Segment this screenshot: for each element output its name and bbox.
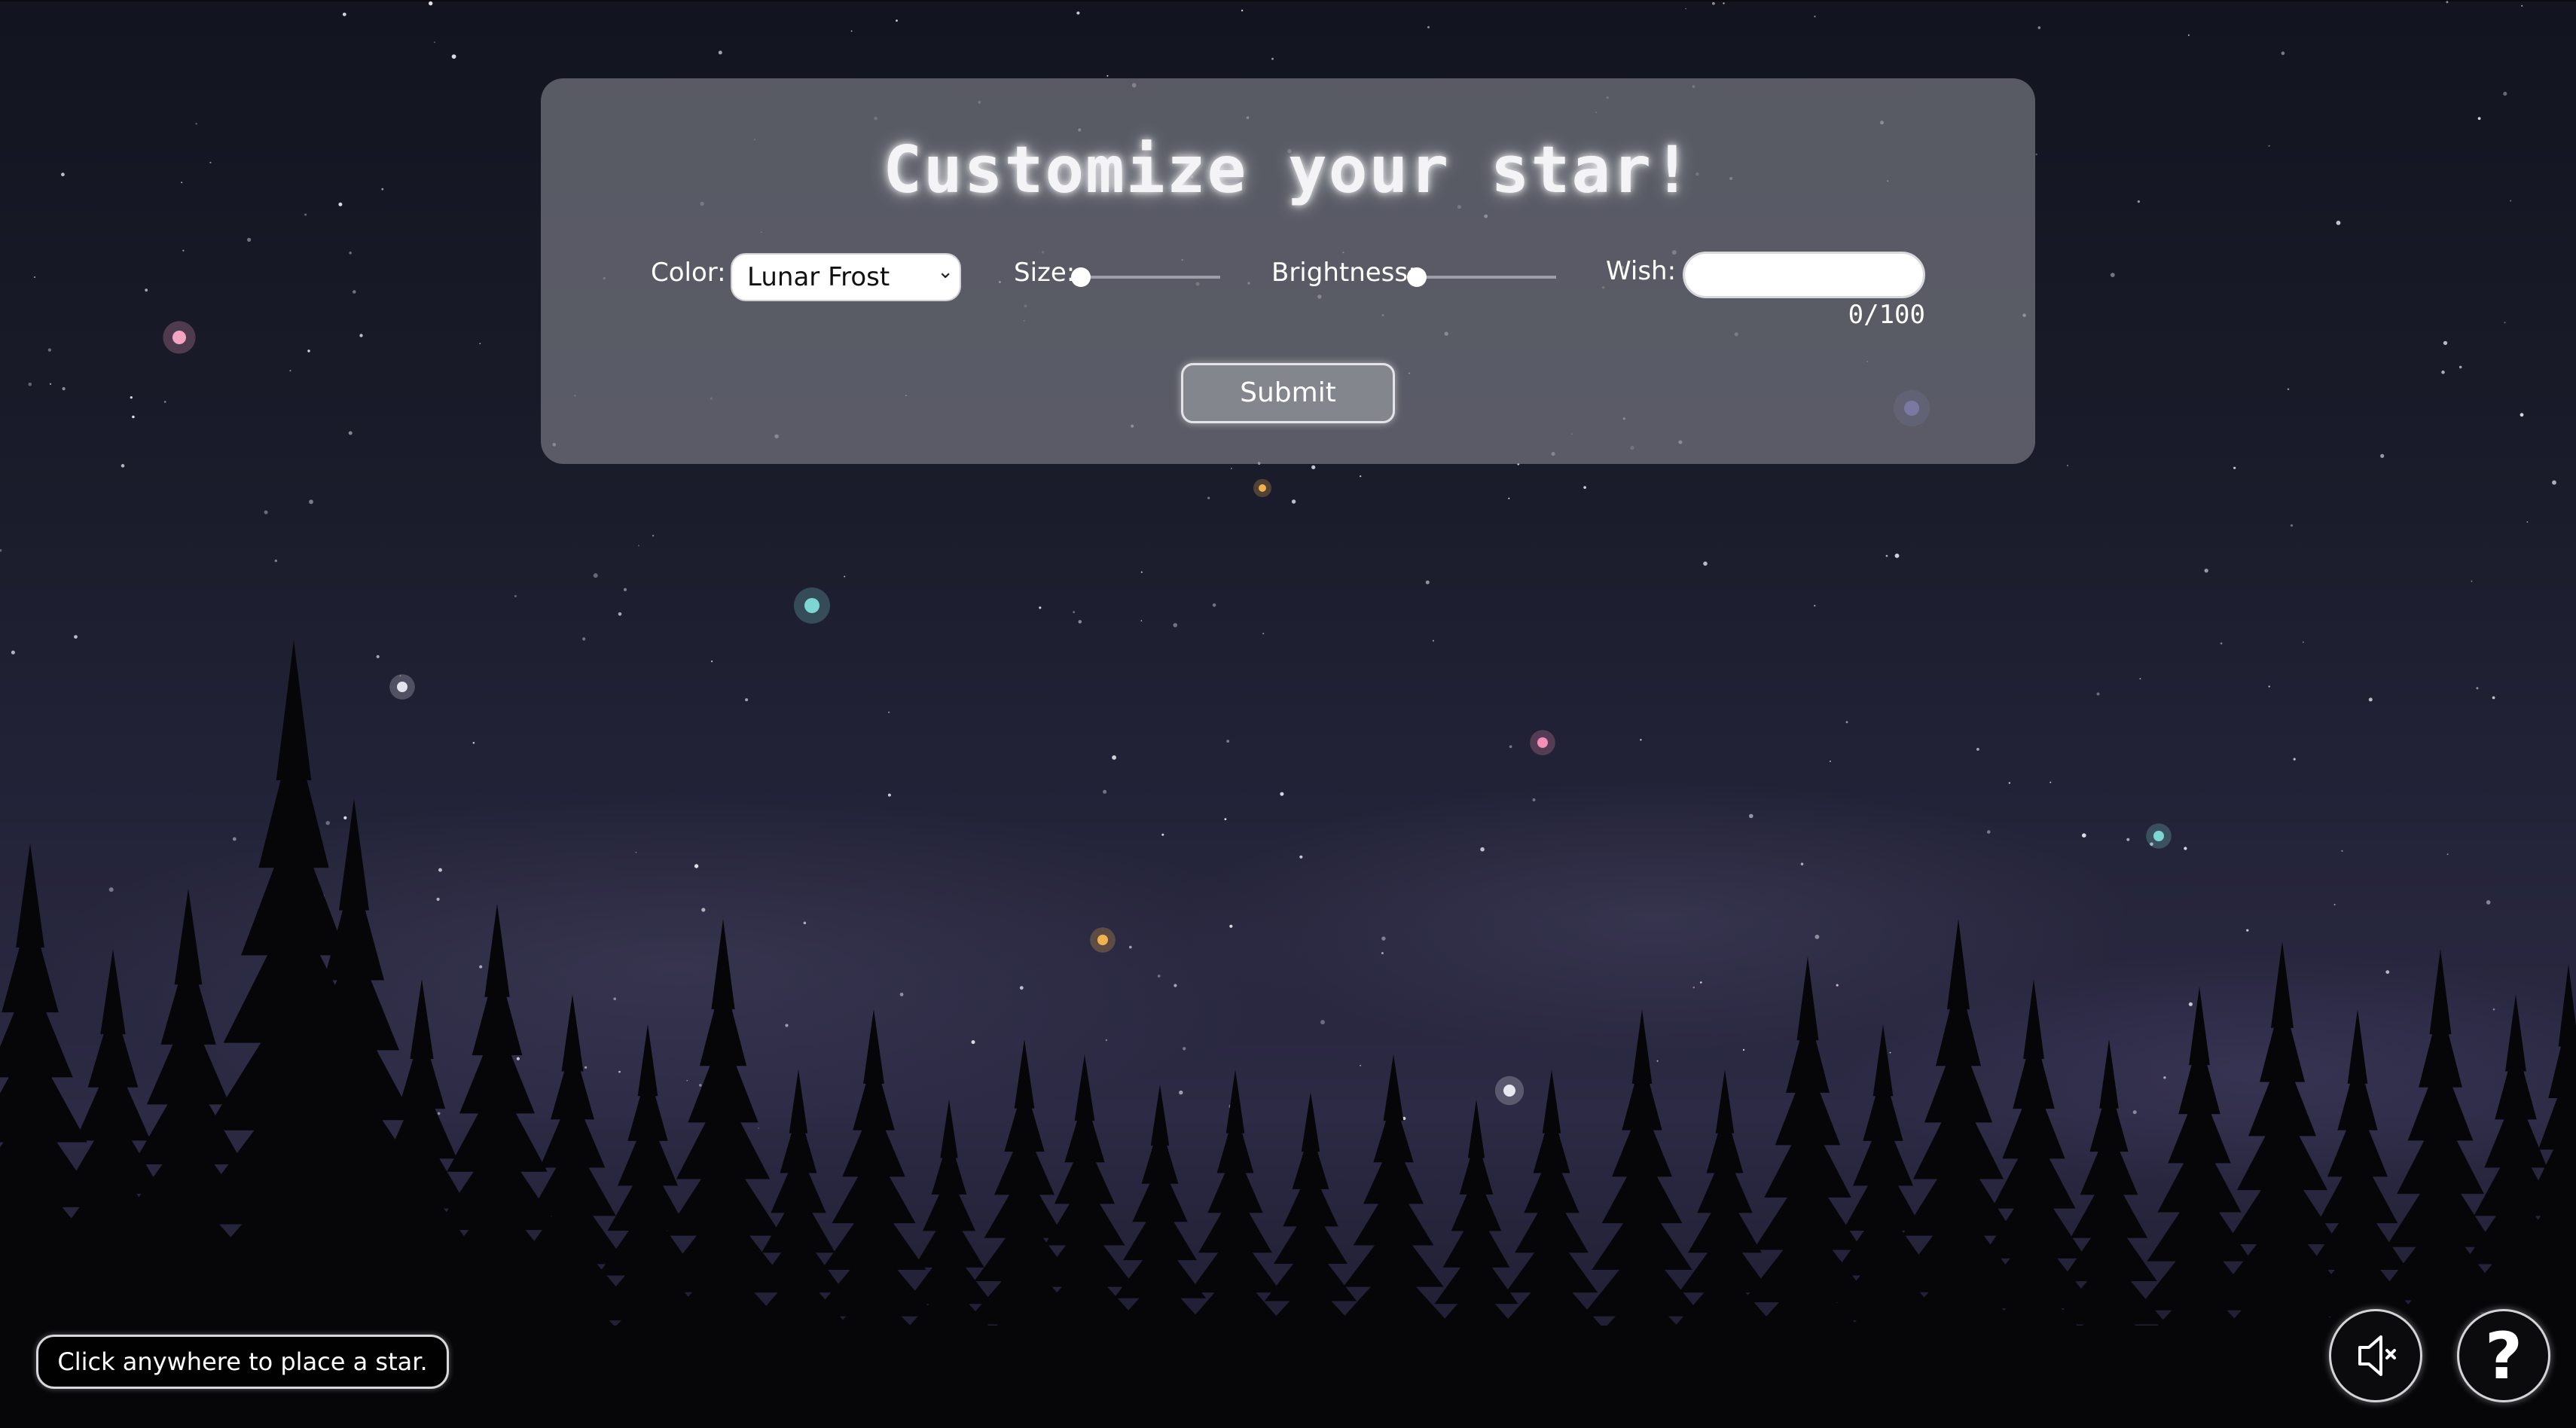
night-sky-canvas[interactable]: Customize your star! Color: Lunar Frost …	[0, 0, 2576, 1428]
help-button[interactable]: ?	[2457, 1309, 2550, 1402]
question-mark-icon: ?	[2485, 1319, 2523, 1394]
brightness-slider-track[interactable]	[1416, 276, 1556, 279]
wish-character-counter: 0/100	[1848, 300, 1925, 330]
customize-panel: Customize your star! Color: Lunar Frost …	[541, 78, 2035, 464]
mute-button[interactable]	[2329, 1309, 2422, 1402]
brightness-slider-thumb[interactable]	[1407, 267, 1427, 287]
chevron-down-icon: ⌄	[937, 261, 954, 283]
color-select-value: Lunar Frost	[747, 262, 890, 292]
size-slider-track[interactable]	[1080, 276, 1220, 279]
instruction-hint: Click anywhere to place a star.	[36, 1335, 449, 1389]
size-label: Size:	[1014, 258, 1076, 288]
wish-label: Wish:	[1606, 256, 1677, 286]
panel-title: Customize your star!	[883, 133, 1693, 208]
color-select[interactable]: Lunar Frost ⌄	[731, 253, 961, 301]
color-label: Color:	[651, 258, 726, 288]
brightness-label: Brightness:	[1271, 258, 1417, 288]
wish-input[interactable]	[1683, 252, 1925, 298]
submit-button[interactable]: Submit	[1181, 363, 1395, 423]
size-slider-thumb[interactable]	[1071, 267, 1091, 287]
speaker-muted-icon	[2358, 1335, 2396, 1376]
